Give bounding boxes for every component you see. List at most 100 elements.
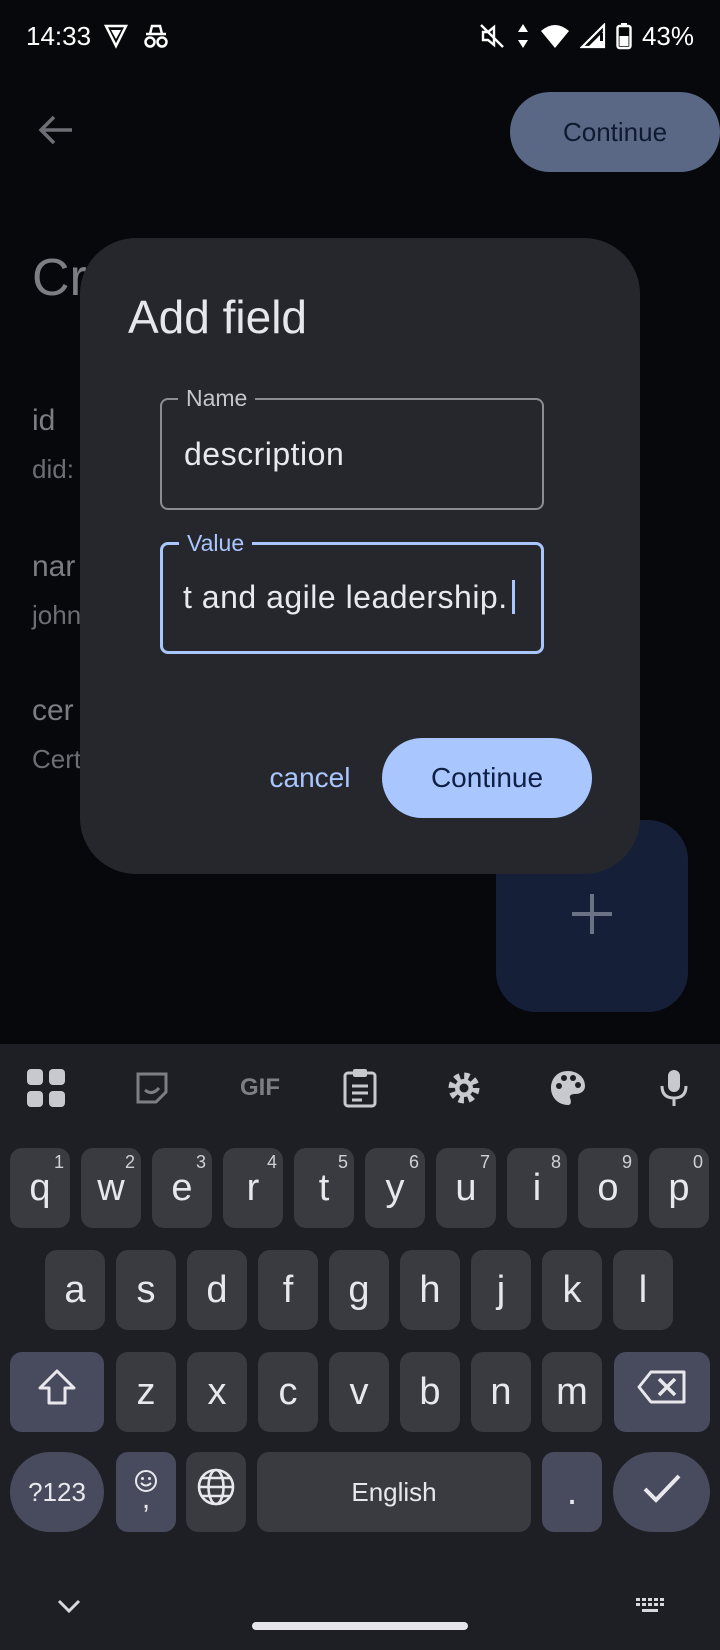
shift-icon bbox=[37, 1368, 77, 1416]
key-m[interactable]: m bbox=[542, 1352, 602, 1432]
status-time: 14:33 bbox=[26, 20, 92, 51]
key-k[interactable]: k bbox=[542, 1250, 602, 1330]
mic-icon[interactable] bbox=[650, 1066, 698, 1110]
apps-icon[interactable] bbox=[22, 1066, 70, 1110]
key-d[interactable]: d bbox=[187, 1250, 247, 1330]
wifi-icon bbox=[540, 23, 570, 49]
key-y-label: y bbox=[385, 1166, 405, 1209]
key-u[interactable]: u7 bbox=[436, 1148, 496, 1228]
mute-icon bbox=[478, 22, 506, 50]
key-g-label: g bbox=[348, 1268, 370, 1311]
field-value: john bbox=[32, 600, 82, 630]
key-j[interactable]: j bbox=[471, 1250, 531, 1330]
data-arrows-icon bbox=[516, 22, 530, 50]
field-value: did: bbox=[32, 454, 74, 484]
signal-icon bbox=[579, 23, 606, 49]
key-p-hint: 0 bbox=[692, 1152, 703, 1172]
key-c[interactable]: c bbox=[258, 1352, 318, 1432]
field-key: nar bbox=[32, 550, 76, 583]
enter-key[interactable] bbox=[613, 1452, 710, 1532]
key-f[interactable]: f bbox=[258, 1250, 318, 1330]
key-w-label: w bbox=[97, 1166, 125, 1209]
cancel-button[interactable]: cancel bbox=[240, 738, 380, 818]
globe-icon bbox=[196, 1467, 236, 1517]
key-v[interactable]: v bbox=[329, 1352, 389, 1432]
key-i-hint: 8 bbox=[550, 1152, 561, 1172]
top-continue-button[interactable]: Continue bbox=[510, 92, 720, 172]
key-m-label: m bbox=[556, 1370, 588, 1413]
language-key[interactable] bbox=[186, 1452, 246, 1532]
key-y-hint: 6 bbox=[408, 1152, 419, 1172]
key-i[interactable]: i8 bbox=[507, 1148, 567, 1228]
key-o-hint: 9 bbox=[621, 1152, 632, 1172]
key-h[interactable]: h bbox=[400, 1250, 460, 1330]
keyboard-switch-icon[interactable] bbox=[634, 1596, 666, 1621]
key-b[interactable]: b bbox=[400, 1352, 460, 1432]
name-field[interactable]: Name description bbox=[160, 383, 544, 510]
key-x[interactable]: x bbox=[187, 1352, 247, 1432]
key-a[interactable]: a bbox=[45, 1250, 105, 1330]
key-v-label: v bbox=[349, 1370, 369, 1413]
key-c-label: c bbox=[278, 1370, 298, 1413]
settings-icon[interactable] bbox=[440, 1066, 488, 1110]
key-e[interactable]: e3 bbox=[152, 1148, 212, 1228]
key-p[interactable]: p0 bbox=[649, 1148, 709, 1228]
key-p-label: p bbox=[668, 1166, 690, 1209]
field-value: Cert bbox=[32, 744, 82, 774]
shift-key[interactable] bbox=[10, 1352, 104, 1432]
palette-icon[interactable] bbox=[544, 1066, 592, 1110]
checkmark-icon bbox=[642, 1471, 682, 1514]
hide-keyboard-chevron-icon[interactable] bbox=[56, 1598, 82, 1621]
key-r-hint: 4 bbox=[266, 1152, 277, 1172]
emoji-comma-key[interactable]: , bbox=[116, 1452, 176, 1532]
value-field[interactable]: Value t and agile leadership. bbox=[160, 528, 544, 654]
credential-field-name: nar john bbox=[32, 550, 81, 631]
key-q-label: q bbox=[29, 1166, 51, 1209]
text-caret bbox=[511, 580, 515, 614]
add-field-dialog: Add field Name description Value t and a… bbox=[80, 238, 640, 874]
key-l[interactable]: l bbox=[613, 1250, 673, 1330]
back-arrow-icon[interactable] bbox=[36, 110, 76, 150]
key-h-label: h bbox=[419, 1268, 441, 1311]
key-l-label: l bbox=[638, 1268, 648, 1311]
symbols-key-label: ?123 bbox=[28, 1476, 86, 1507]
gif-icon[interactable]: GIF bbox=[230, 1066, 290, 1110]
key-w[interactable]: w2 bbox=[81, 1148, 141, 1228]
key-w-hint: 2 bbox=[124, 1152, 135, 1172]
key-o[interactable]: o9 bbox=[578, 1148, 638, 1228]
vpn-shield-icon bbox=[103, 23, 129, 49]
value-field-text-wrap: t and agile leadership. bbox=[183, 579, 515, 616]
plus-icon bbox=[568, 890, 616, 943]
period-key-label: . bbox=[566, 1470, 578, 1513]
space-key[interactable]: English bbox=[257, 1452, 531, 1532]
key-r[interactable]: r4 bbox=[223, 1148, 283, 1228]
backspace-key[interactable] bbox=[614, 1352, 710, 1432]
clipboard-icon[interactable] bbox=[336, 1066, 384, 1110]
key-f-label: f bbox=[282, 1268, 294, 1311]
key-n[interactable]: n bbox=[471, 1352, 531, 1432]
key-a-label: a bbox=[64, 1268, 86, 1311]
incognito-icon bbox=[141, 23, 171, 49]
battery-percent: 43% bbox=[641, 20, 694, 51]
key-d-label: d bbox=[206, 1268, 228, 1311]
key-n-label: n bbox=[490, 1370, 512, 1413]
field-key: id bbox=[32, 404, 56, 437]
key-t[interactable]: t5 bbox=[294, 1148, 354, 1228]
key-y[interactable]: y6 bbox=[365, 1148, 425, 1228]
value-field-label: Value bbox=[179, 528, 253, 558]
gesture-handle bbox=[252, 1622, 468, 1630]
key-z[interactable]: z bbox=[116, 1352, 176, 1432]
symbols-key[interactable]: ?123 bbox=[10, 1452, 104, 1532]
sticker-icon[interactable] bbox=[128, 1066, 176, 1110]
credential-field-cert: cer Cert bbox=[32, 694, 81, 775]
key-s-label: s bbox=[136, 1268, 156, 1311]
key-q[interactable]: q1 bbox=[10, 1148, 70, 1228]
continue-button[interactable]: Continue bbox=[382, 738, 592, 818]
key-g[interactable]: g bbox=[329, 1250, 389, 1330]
key-r-label: r bbox=[246, 1166, 260, 1209]
period-key[interactable]: . bbox=[542, 1452, 602, 1532]
key-t-hint: 5 bbox=[337, 1152, 348, 1172]
key-s[interactable]: s bbox=[116, 1250, 176, 1330]
key-o-label: o bbox=[597, 1166, 619, 1209]
navigation-bar bbox=[0, 1554, 720, 1650]
